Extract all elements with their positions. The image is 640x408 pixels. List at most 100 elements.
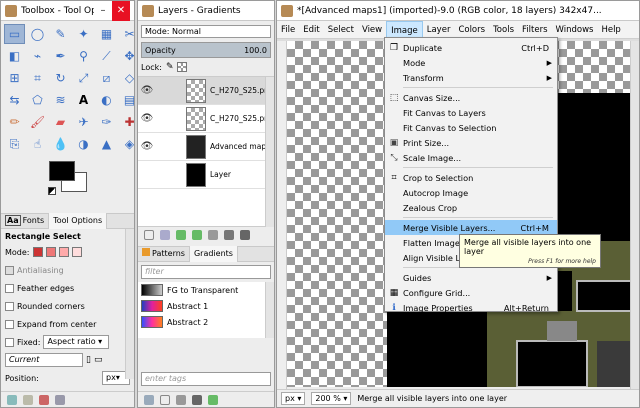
blur-tool-icon[interactable]: 💧 bbox=[50, 134, 71, 154]
flip-tool-icon[interactable]: ⇆ bbox=[4, 90, 25, 110]
layer-mode-select[interactable]: Mode: Normal bbox=[141, 25, 271, 38]
menu-item-autocrop-image[interactable]: Autocrop Image bbox=[385, 185, 557, 200]
layer-row[interactable]: 👁 C_H270_S25.pn bbox=[138, 105, 274, 133]
close-icon[interactable]: ✕ bbox=[112, 1, 130, 21]
delete-gradient-icon[interactable] bbox=[192, 394, 202, 405]
perspective-tool-icon[interactable]: ◇ bbox=[119, 68, 134, 88]
refresh-gradients-icon[interactable] bbox=[208, 394, 218, 405]
menu-item-zealous-crop[interactable]: Zealous Crop bbox=[385, 200, 557, 215]
current-input[interactable]: Current bbox=[5, 353, 83, 367]
anchor-layer-icon[interactable] bbox=[224, 229, 234, 240]
lower-layer-icon[interactable] bbox=[192, 229, 202, 240]
expand-row[interactable]: Expand from center bbox=[1, 315, 134, 333]
scissors-tool-icon[interactable]: ✂ bbox=[119, 24, 134, 44]
mode-replace-icon[interactable] bbox=[32, 247, 43, 257]
canvas-scrollbar[interactable] bbox=[630, 41, 639, 389]
blend-tool-icon[interactable]: ▤ bbox=[119, 90, 134, 110]
feather-checkbox[interactable] bbox=[5, 283, 14, 293]
tab-patterns[interactable]: Patterns bbox=[138, 246, 190, 262]
mode-add-icon[interactable] bbox=[45, 247, 56, 257]
menu-view[interactable]: View bbox=[358, 21, 386, 39]
scale-tool-icon[interactable]: ⤢ bbox=[73, 68, 94, 88]
crop-tool-icon[interactable]: ⌗ bbox=[27, 68, 48, 88]
free-select-tool-icon[interactable]: ✎ bbox=[50, 24, 71, 44]
tool-options-scrollbar[interactable] bbox=[125, 229, 134, 379]
reset-options-icon[interactable] bbox=[55, 394, 65, 405]
antialiasing-checkbox[interactable] bbox=[5, 265, 14, 275]
heal-tool-icon[interactable]: ✚ bbox=[119, 112, 134, 132]
smudge-tool-icon[interactable]: ☝ bbox=[27, 134, 48, 154]
rect-select-tool-icon[interactable]: ▭ bbox=[4, 24, 25, 44]
eraser-tool-icon[interactable]: ▰ bbox=[50, 112, 71, 132]
shear-tool-icon[interactable]: ⧄ bbox=[96, 68, 117, 88]
tab-fonts[interactable]: Aa Fonts bbox=[1, 213, 50, 229]
vertical-ruler[interactable] bbox=[277, 41, 287, 389]
delete-layer-icon[interactable] bbox=[240, 229, 250, 240]
ink-tool-icon[interactable]: ✑ bbox=[96, 112, 117, 132]
pencil-tool-icon[interactable]: ✏ bbox=[4, 112, 25, 132]
zoom-tool-icon[interactable]: ⚲ bbox=[73, 46, 94, 66]
default-colors-icon[interactable] bbox=[48, 187, 56, 195]
menu-edit[interactable]: Edit bbox=[299, 21, 323, 39]
fixed-checkbox[interactable] bbox=[5, 337, 14, 347]
unit-select[interactable]: px ▾ bbox=[281, 392, 306, 405]
foreground-color-swatch[interactable] bbox=[49, 161, 75, 181]
delete-options-icon[interactable] bbox=[39, 394, 49, 405]
measure-tool-icon[interactable]: ⟋ bbox=[96, 46, 117, 66]
layer-row[interactable]: . Layer bbox=[138, 161, 274, 189]
visibility-icon[interactable]: 👁 bbox=[138, 141, 156, 152]
menu-item-crop-to-selection[interactable]: ⌗ Crop to Selection bbox=[385, 170, 557, 185]
warp-tool-icon[interactable]: ≋ bbox=[50, 90, 71, 110]
zoom-select[interactable]: 200 % ▾ bbox=[311, 392, 352, 405]
menu-item-image-properties[interactable]: ℹ Image Properties Alt+Return bbox=[385, 300, 557, 315]
bucket-fill-tool-icon[interactable]: ◐ bbox=[96, 90, 117, 110]
menu-item-configure-grid[interactable]: ▦ Configure Grid... bbox=[385, 285, 557, 300]
edit-gradient-icon[interactable] bbox=[144, 394, 154, 405]
menu-item-merge-visible-layers[interactable]: Merge Visible Layers... Ctrl+M bbox=[385, 220, 557, 235]
rounded-checkbox[interactable] bbox=[5, 301, 14, 311]
rotate-tool-icon[interactable]: ↻ bbox=[50, 68, 71, 88]
new-layer-icon[interactable] bbox=[144, 229, 154, 240]
menu-item-fit-canvas-to-layers[interactable]: Fit Canvas to Layers bbox=[385, 105, 557, 120]
fixed-select[interactable]: Aspect ratio ▾ bbox=[43, 335, 110, 349]
tab-tool-options[interactable]: Tool Options bbox=[49, 213, 108, 229]
mode-subtract-icon[interactable] bbox=[58, 247, 69, 257]
menu-tools[interactable]: Tools bbox=[489, 21, 518, 39]
perspective-clone-tool-icon[interactable]: ◈ bbox=[119, 134, 134, 154]
clone-tool-icon[interactable]: ⎘ bbox=[4, 134, 25, 154]
sharpen-tool-icon[interactable]: ▲ bbox=[96, 134, 117, 154]
visibility-icon[interactable]: 👁 bbox=[138, 85, 156, 96]
text-tool-icon[interactable]: A bbox=[73, 90, 94, 110]
foreground-select-tool-icon[interactable]: ◧ bbox=[4, 46, 25, 66]
menu-item-scale-image[interactable]: ⤡ Scale Image... bbox=[385, 150, 557, 165]
portrait-icon[interactable]: ▯ bbox=[86, 355, 91, 365]
new-layer-group-icon[interactable] bbox=[160, 229, 170, 240]
airbrush-tool-icon[interactable]: ✈ bbox=[73, 112, 94, 132]
landscape-icon[interactable]: ▭ bbox=[94, 355, 103, 365]
menu-item-canvas-size[interactable]: ⬚ Canvas Size... bbox=[385, 90, 557, 105]
ellipse-select-tool-icon[interactable]: ◯ bbox=[27, 24, 48, 44]
menu-layer[interactable]: Layer bbox=[423, 21, 455, 39]
layer-row[interactable]: 👁 Advanced map bbox=[138, 133, 274, 161]
minimize-icon[interactable]: – bbox=[94, 5, 112, 16]
mode-intersect-icon[interactable] bbox=[71, 247, 82, 257]
menu-file[interactable]: File bbox=[277, 21, 299, 39]
menu-help[interactable]: Help bbox=[597, 21, 624, 39]
duplicate-gradient-icon[interactable] bbox=[176, 394, 186, 405]
dodge-burn-tool-icon[interactable]: ◑ bbox=[73, 134, 94, 154]
opacity-slider[interactable]: Opacity 100.0 bbox=[141, 42, 271, 58]
color-select-tool-icon[interactable]: ▦ bbox=[96, 24, 117, 44]
gradient-item[interactable]: Abstract 1 bbox=[138, 298, 274, 314]
gradient-list-scrollbar[interactable] bbox=[265, 282, 274, 338]
restore-options-icon[interactable] bbox=[23, 394, 33, 405]
layer-list-scrollbar[interactable] bbox=[265, 77, 274, 227]
fuzzy-select-tool-icon[interactable]: ✦ bbox=[73, 24, 94, 44]
layer-row[interactable]: 👁 C_H270_S25.pn bbox=[138, 77, 274, 105]
tags-input[interactable]: enter tags bbox=[141, 372, 271, 386]
toolbox-titlebar[interactable]: Toolbox - Tool Options – ✕ bbox=[1, 1, 134, 21]
menu-item-mode[interactable]: Mode ▶ bbox=[385, 55, 557, 70]
tab-gradients[interactable]: Gradients bbox=[189, 246, 238, 262]
menu-windows[interactable]: Windows bbox=[552, 21, 598, 39]
paintbrush-tool-icon[interactable]: 🖌 bbox=[27, 112, 48, 132]
gradient-item[interactable]: FG to Transparent bbox=[138, 282, 274, 298]
